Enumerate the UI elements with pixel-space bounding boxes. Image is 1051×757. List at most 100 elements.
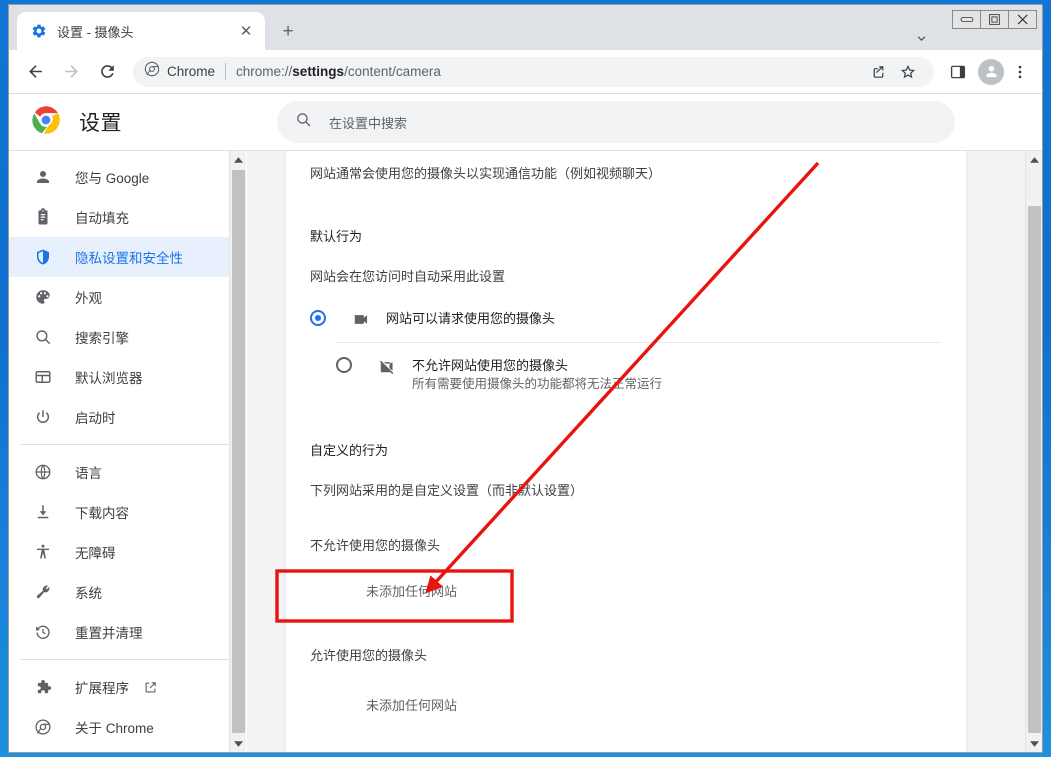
sidebar-item-system[interactable]: 系统 bbox=[9, 572, 246, 612]
sidebar-item-label: 重置并清理 bbox=[75, 626, 143, 641]
profile-avatar[interactable] bbox=[978, 58, 1004, 85]
settings-gear-icon bbox=[31, 23, 47, 39]
sidebar-item-label: 启动时 bbox=[75, 411, 116, 426]
sidebar-item-on-startup[interactable]: 启动时 bbox=[9, 397, 246, 437]
settings-search-box[interactable]: 在设置中搜索 bbox=[277, 101, 955, 143]
radio-wrap bbox=[336, 357, 362, 373]
radio-allow-texts: 网站可以请求使用您的摄像头 bbox=[386, 310, 555, 328]
sidebar-item-label: 隐私设置和安全性 bbox=[75, 251, 183, 266]
camera-intro-text: 网站通常会使用您的摄像头以实现通信功能（例如视频聊天） bbox=[310, 166, 662, 181]
scroll-down-icon[interactable] bbox=[1026, 735, 1042, 752]
omnibox-separator bbox=[225, 63, 227, 80]
address-bar[interactable]: Chrome chrome://settings/content/camera bbox=[133, 56, 934, 87]
share-icon[interactable] bbox=[864, 58, 892, 86]
page-scrollbar-thumb[interactable] bbox=[1028, 206, 1041, 733]
settings-brand[interactable]: 设置 bbox=[9, 105, 277, 140]
sidebar-item-label: 默认浏览器 bbox=[75, 371, 143, 386]
sidebar-item-downloads[interactable]: 下载内容 bbox=[9, 492, 246, 532]
radio-block-desc: 所有需要使用摄像头的功能都将无法正常运行 bbox=[412, 377, 663, 391]
chevron-down-icon[interactable] bbox=[910, 27, 932, 49]
scroll-up-icon[interactable] bbox=[230, 151, 246, 168]
sidebar-item-appearance[interactable]: 外观 bbox=[9, 277, 246, 317]
sidebar-scrollbar-thumb[interactable] bbox=[232, 170, 245, 733]
sidebar-divider bbox=[21, 444, 246, 445]
url-suffix: /content/camera bbox=[344, 64, 441, 79]
puzzle-icon bbox=[33, 677, 53, 697]
search-icon bbox=[295, 111, 312, 133]
radio-button-allow[interactable] bbox=[310, 310, 326, 326]
search-icon bbox=[33, 327, 53, 347]
sidebar-item-default-browser[interactable]: 默认浏览器 bbox=[9, 357, 246, 397]
custom-behavior-title: 自定义的行为 bbox=[310, 443, 389, 458]
radio-block-texts: 不允许网站使用您的摄像头 所有需要使用摄像头的功能都将无法正常运行 bbox=[412, 357, 662, 393]
block-group-title: 不允许使用您的摄像头 bbox=[310, 538, 441, 553]
sidebar-item-label: 搜索引擎 bbox=[75, 331, 129, 346]
sidebar-item-extensions[interactable]: 扩展程序 bbox=[9, 667, 246, 707]
sidebar-scrollbar[interactable] bbox=[229, 151, 246, 752]
sidebar-item-label: 您与 Google bbox=[75, 171, 150, 186]
radio-option-block[interactable]: 不允许网站使用您的摄像头 所有需要使用摄像头的功能都将无法正常运行 bbox=[336, 342, 942, 406]
browser-icon bbox=[33, 367, 53, 387]
sidebar-item-accessibility[interactable]: 无障碍 bbox=[9, 532, 246, 572]
sidebar-item-label: 系统 bbox=[75, 586, 102, 601]
url-prefix: chrome:// bbox=[236, 64, 293, 79]
clipboard-icon bbox=[33, 207, 53, 227]
default-behavior-title: 默认行为 bbox=[310, 229, 363, 244]
scroll-down-icon[interactable] bbox=[230, 735, 246, 752]
reload-icon[interactable] bbox=[92, 57, 122, 87]
back-icon[interactable] bbox=[20, 57, 50, 87]
browser-window: 设置 - 摄像头 ✕ + Chrome chrome://settings/co… bbox=[8, 4, 1043, 753]
sidebar-item-label: 关于 Chrome bbox=[75, 721, 154, 736]
sidebar-item-you-and-google[interactable]: 您与 Google bbox=[9, 157, 246, 197]
radio-wrap bbox=[310, 310, 336, 326]
palette-icon bbox=[33, 287, 53, 307]
person-icon bbox=[33, 167, 53, 187]
sidebar-item-about-chrome[interactable]: 关于 Chrome bbox=[9, 707, 246, 747]
custom-behavior-desc: 下列网站采用的是自定义设置（而非默认设置） bbox=[310, 483, 584, 498]
browser-tab[interactable]: 设置 - 摄像头 ✕ bbox=[17, 12, 265, 50]
allow-group-empty: 未添加任何网站 bbox=[366, 698, 458, 713]
camera-settings-inner: 网站通常会使用您的摄像头以实现通信功能（例如视频聊天） 默认行为 网站会在您访问… bbox=[286, 151, 966, 714]
maximize-button[interactable] bbox=[980, 10, 1009, 29]
settings-sidebar: 您与 Google 自动填充 隐私设置和安全性 外观 搜索引擎 默认浏览器 启动… bbox=[9, 151, 247, 752]
settings-search-placeholder: 在设置中搜索 bbox=[329, 115, 408, 131]
bookmark-star-icon[interactable] bbox=[894, 58, 922, 86]
chrome-chip-label: Chrome bbox=[167, 64, 216, 79]
tab-close-icon[interactable]: ✕ bbox=[235, 20, 257, 42]
side-panel-icon[interactable] bbox=[944, 58, 972, 86]
sidebar-item-label: 扩展程序 bbox=[75, 681, 129, 696]
settings-header: 设置 在设置中搜索 bbox=[9, 94, 1042, 150]
sidebar-item-label: 外观 bbox=[75, 291, 102, 306]
radio-option-allow[interactable]: 网站可以请求使用您的摄像头 bbox=[310, 296, 942, 342]
settings-body: 您与 Google 自动填充 隐私设置和安全性 外观 搜索引擎 默认浏览器 启动… bbox=[9, 150, 1042, 752]
camera-settings-card: 网站通常会使用您的摄像头以实现通信功能（例如视频聊天） 默认行为 网站会在您访问… bbox=[285, 151, 967, 752]
minimize-button[interactable] bbox=[952, 10, 981, 29]
settings-title: 设置 bbox=[79, 112, 122, 135]
allow-group-title: 允许使用您的摄像头 bbox=[310, 648, 428, 663]
sidebar-item-languages[interactable]: 语言 bbox=[9, 452, 246, 492]
window-controls bbox=[952, 10, 1037, 29]
chrome-icon bbox=[144, 61, 160, 82]
sidebar-divider bbox=[21, 659, 246, 660]
scroll-up-icon[interactable] bbox=[1026, 151, 1042, 168]
more-menu-icon[interactable] bbox=[1006, 58, 1034, 86]
radio-allow-label: 网站可以请求使用您的摄像头 bbox=[386, 311, 556, 326]
close-button[interactable] bbox=[1008, 10, 1037, 29]
external-link-icon bbox=[143, 680, 158, 695]
default-behavior-desc: 网站会在您访问时自动采用此设置 bbox=[310, 269, 506, 284]
download-icon bbox=[33, 502, 53, 522]
sidebar-item-privacy-and-security[interactable]: 隐私设置和安全性 bbox=[9, 237, 246, 277]
radio-button-block[interactable] bbox=[336, 357, 352, 373]
new-tab-button[interactable]: + bbox=[275, 18, 301, 44]
forward-icon[interactable] bbox=[56, 57, 86, 87]
block-group-empty: 未添加任何网站 bbox=[366, 584, 458, 599]
sidebar-item-autofill[interactable]: 自动填充 bbox=[9, 197, 246, 237]
page-scrollbar[interactable] bbox=[1025, 151, 1042, 752]
chrome-chip: Chrome bbox=[144, 61, 215, 82]
tab-strip: 设置 - 摄像头 ✕ + bbox=[9, 5, 1042, 50]
sidebar-item-search-engine[interactable]: 搜索引擎 bbox=[9, 317, 246, 357]
sidebar-item-label: 下载内容 bbox=[75, 506, 129, 521]
shield-icon bbox=[33, 247, 53, 267]
url-text: chrome://settings/content/camera bbox=[236, 64, 441, 79]
sidebar-item-reset-and-cleanup[interactable]: 重置并清理 bbox=[9, 612, 246, 652]
